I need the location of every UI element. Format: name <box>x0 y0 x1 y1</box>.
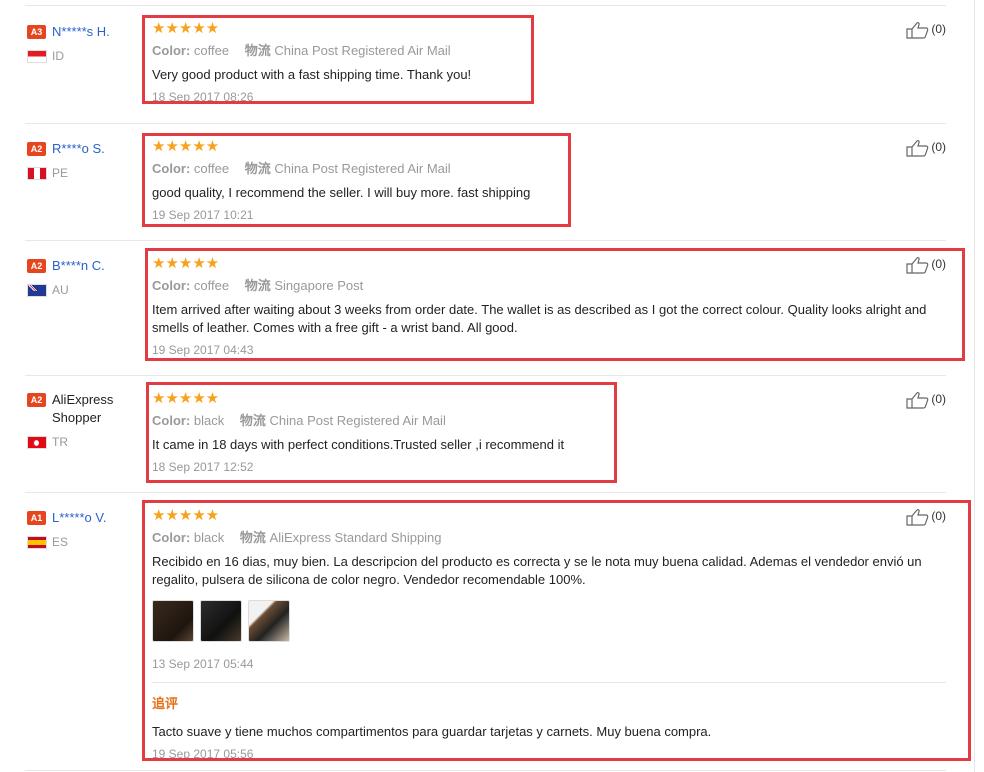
country-code: TR <box>52 435 68 449</box>
reviewer-info: A2 B****n C. AU <box>27 257 137 298</box>
thumbs-up-icon <box>906 392 929 409</box>
level-badge: A3 <box>27 24 46 39</box>
reviewer-info: A2 AliExpress Shopper TR <box>27 391 137 450</box>
level-badge: A2 <box>27 392 46 407</box>
country-flag-icon <box>27 167 47 181</box>
helpful-count: (0) <box>931 140 946 155</box>
helpful-count: (0) <box>931 22 946 37</box>
reviewer-info: A2 R****o S. PE <box>27 140 137 181</box>
helpful-button[interactable]: (0) <box>906 21 946 39</box>
country-code: ES <box>52 535 69 549</box>
reviewer-country: ID <box>27 49 64 64</box>
reviewer-name[interactable]: B****n C. <box>52 257 105 275</box>
reviewer-country: TR <box>27 435 68 450</box>
reviewer-info: A1 L*****o V. ES <box>27 509 137 550</box>
reviewer-country: PE <box>27 166 69 181</box>
level-badge: A2 <box>27 141 46 156</box>
reviewer-country: AU <box>27 283 69 298</box>
country-code: ID <box>52 49 64 63</box>
country-code: AU <box>52 283 69 297</box>
reviewer-info: A3 N*****s H. ID <box>27 23 137 64</box>
helpful-button[interactable]: (0) <box>906 391 946 409</box>
country-flag-icon <box>27 536 47 550</box>
right-border <box>974 0 975 772</box>
country-code: PE <box>52 166 69 180</box>
thumbs-up-icon <box>906 140 929 157</box>
highlight-box <box>142 133 571 227</box>
country-flag-icon <box>27 50 47 64</box>
reviewer-name[interactable]: R****o S. <box>52 140 105 158</box>
helpful-button[interactable]: (0) <box>906 139 946 157</box>
reviewer-country: ES <box>27 535 69 550</box>
highlight-box <box>142 15 534 104</box>
reviewer-name[interactable]: N*****s H. <box>52 23 110 41</box>
country-flag-icon <box>27 284 47 298</box>
level-badge: A2 <box>27 258 46 273</box>
highlight-box <box>145 248 965 361</box>
reviewer-name[interactable]: AliExpress Shopper <box>52 391 152 427</box>
country-flag-icon <box>27 436 47 450</box>
helpful-count: (0) <box>931 392 946 407</box>
level-badge: A1 <box>27 510 46 525</box>
highlight-box <box>142 500 971 761</box>
highlight-box <box>146 382 617 483</box>
reviewer-name[interactable]: L*****o V. <box>52 509 106 527</box>
thumbs-up-icon <box>906 22 929 39</box>
